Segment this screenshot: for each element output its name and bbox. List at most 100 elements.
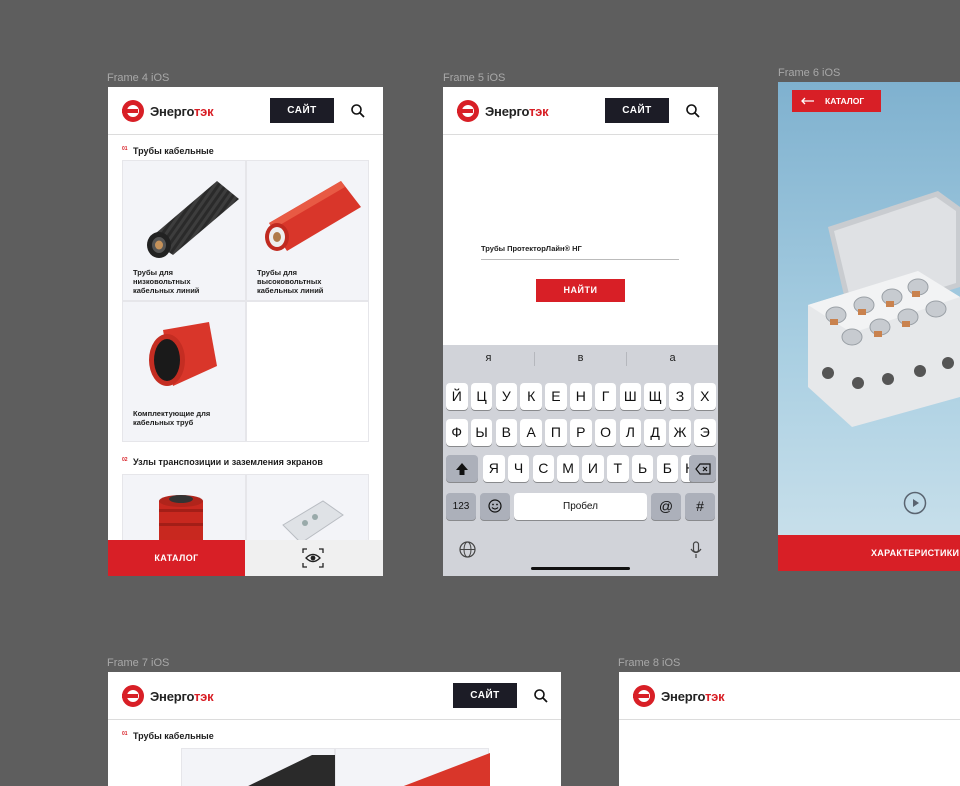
logo[interactable]: Энерготэк [122, 100, 214, 122]
letter-key[interactable]: К [520, 383, 542, 410]
letter-key[interactable]: Й [446, 383, 468, 410]
red-well-image [159, 495, 203, 545]
logo-text-b: тэк [528, 103, 549, 119]
play-icon[interactable] [903, 491, 927, 515]
logo-mark-icon [457, 100, 479, 122]
logo[interactable]: Энерготэк [457, 100, 549, 122]
emoji-key[interactable] [480, 493, 510, 520]
logo-text-a: Энерго [150, 688, 194, 704]
letter-key[interactable]: Р [570, 419, 592, 446]
letter-key[interactable]: Б [656, 455, 679, 482]
back-label: КАТАЛОГ [825, 96, 865, 106]
letter-key[interactable]: В [495, 419, 518, 446]
letter-key[interactable]: Ц [470, 383, 493, 410]
microphone-icon[interactable] [690, 541, 702, 559]
search-icon[interactable] [350, 103, 366, 119]
site-button[interactable]: САЙТ [453, 683, 517, 708]
site-button[interactable]: САЙТ [605, 98, 669, 123]
catalog-button[interactable]: КАТАЛОГ [108, 540, 245, 576]
section-title: Трубы кабельные [133, 731, 214, 741]
letter-key[interactable]: И [582, 455, 604, 482]
space-key[interactable]: Пробел [514, 493, 647, 520]
find-button[interactable]: НАЙТИ [536, 279, 625, 302]
emoji-icon [488, 499, 502, 513]
hash-key[interactable]: # [685, 493, 715, 520]
card-caption: Трубы для высоковольтных кабельных линий [257, 268, 324, 295]
backspace-key[interactable] [689, 455, 716, 482]
search-icon[interactable] [533, 688, 549, 704]
product-card-low-voltage[interactable] [181, 748, 336, 786]
letter-key[interactable]: Я [483, 455, 505, 482]
letter-key[interactable]: Ж [669, 419, 691, 446]
section-number: 01 [122, 146, 128, 152]
section-number: 01 [122, 731, 128, 737]
product-card-grounding-box[interactable] [246, 474, 369, 544]
logo-text-b: тэк [193, 103, 214, 119]
letter-key[interactable]: Л [619, 419, 642, 446]
letter-key[interactable]: А [520, 419, 542, 446]
bottom-bar: КАТАЛОГ [108, 540, 383, 576]
letter-key[interactable]: Ф [446, 419, 468, 446]
letter-key[interactable]: С [532, 455, 555, 482]
logo-text-b: тэк [704, 688, 725, 704]
suggestion-2[interactable]: в [535, 345, 626, 371]
frame-5: Энерготэк САЙТ Трубы ПротекторЛайн® НГ Н… [443, 87, 718, 576]
home-indicator [531, 567, 630, 570]
coupling-image [149, 322, 217, 386]
letter-key[interactable]: Т [607, 455, 629, 482]
logo[interactable]: Энерготэк [633, 685, 725, 707]
card-caption: Трубы для низковольтных кабельных линий [133, 268, 200, 295]
search-input[interactable]: Трубы ПротекторЛайн® НГ [481, 244, 679, 260]
frame-6: КАТАЛОГ ХАРАКТЕРИСТИКИ [778, 82, 960, 571]
letter-key[interactable]: Г [594, 383, 617, 410]
logo-text-a: Энерго [150, 103, 194, 119]
back-to-catalog-button[interactable]: КАТАЛОГ [792, 90, 881, 112]
characteristics-button[interactable]: ХАРАКТЕРИСТИКИ [778, 535, 960, 571]
suggestion-3[interactable]: а [627, 345, 718, 371]
letter-key[interactable]: М [557, 455, 579, 482]
product-card-accessories[interactable]: Комплектующие для кабельных труб [122, 301, 246, 442]
product-card-low-voltage[interactable]: Трубы для низковольтных кабельных линий [122, 160, 246, 301]
frame-7: Энерготэк САЙТ 01 Трубы кабельные [108, 672, 561, 786]
letter-key[interactable]: Д [644, 419, 666, 446]
card-caption: Комплектующие для кабельных труб [133, 409, 211, 427]
letter-key[interactable]: Ы [470, 419, 493, 446]
letter-key[interactable]: Ш [619, 383, 642, 410]
letter-key[interactable]: П [545, 419, 567, 446]
suggestion-1[interactable]: я [443, 345, 534, 371]
logo-mark-icon [122, 685, 144, 707]
product-card-high-voltage[interactable]: Трубы для высоковольтных кабельных линий [246, 160, 369, 301]
header: Энерготэк САЙТ [443, 87, 718, 135]
product-card-transposition[interactable] [122, 474, 246, 545]
letter-key[interactable]: О [594, 419, 617, 446]
globe-icon[interactable] [459, 541, 476, 558]
logo-mark-icon [633, 685, 655, 707]
backspace-icon [694, 463, 711, 475]
letter-key[interactable]: Щ [644, 383, 666, 410]
logo-text-a: Энерго [661, 688, 705, 704]
logo[interactable]: Энерготэк [122, 685, 214, 707]
ar-view-button[interactable] [245, 540, 383, 576]
letter-key[interactable]: З [669, 383, 691, 410]
letter-key[interactable]: Э [694, 419, 716, 446]
header: Энерготэк САЙТ [108, 672, 561, 720]
letter-key[interactable]: Х [694, 383, 716, 410]
logo-mark-icon [122, 100, 144, 122]
frame-8: Энерготэк [619, 672, 960, 786]
site-button[interactable]: САЙТ [270, 98, 334, 123]
letter-key[interactable]: Ч [507, 455, 530, 482]
letter-key[interactable]: Е [545, 383, 567, 410]
letter-key[interactable]: Н [570, 383, 592, 410]
frame-4-label: Frame 4 iOS [107, 72, 170, 84]
frame-6-label: Frame 6 iOS [778, 67, 841, 79]
keyboard: я в а ЙЦУКЕНГШЩЗХФЫВАПРОЛДЖЭЯЧСМИТЬБЮ 12… [443, 345, 718, 576]
product-card-high-voltage[interactable] [335, 748, 490, 786]
at-key[interactable]: @ [651, 493, 681, 520]
junction-box-3d-image [808, 191, 960, 427]
numbers-key[interactable]: 123 [446, 493, 476, 520]
search-icon[interactable] [685, 103, 701, 119]
letter-key[interactable]: У [495, 383, 518, 410]
junction-box-image [282, 500, 344, 544]
letter-key[interactable]: Ь [631, 455, 654, 482]
shift-key[interactable] [446, 455, 478, 482]
